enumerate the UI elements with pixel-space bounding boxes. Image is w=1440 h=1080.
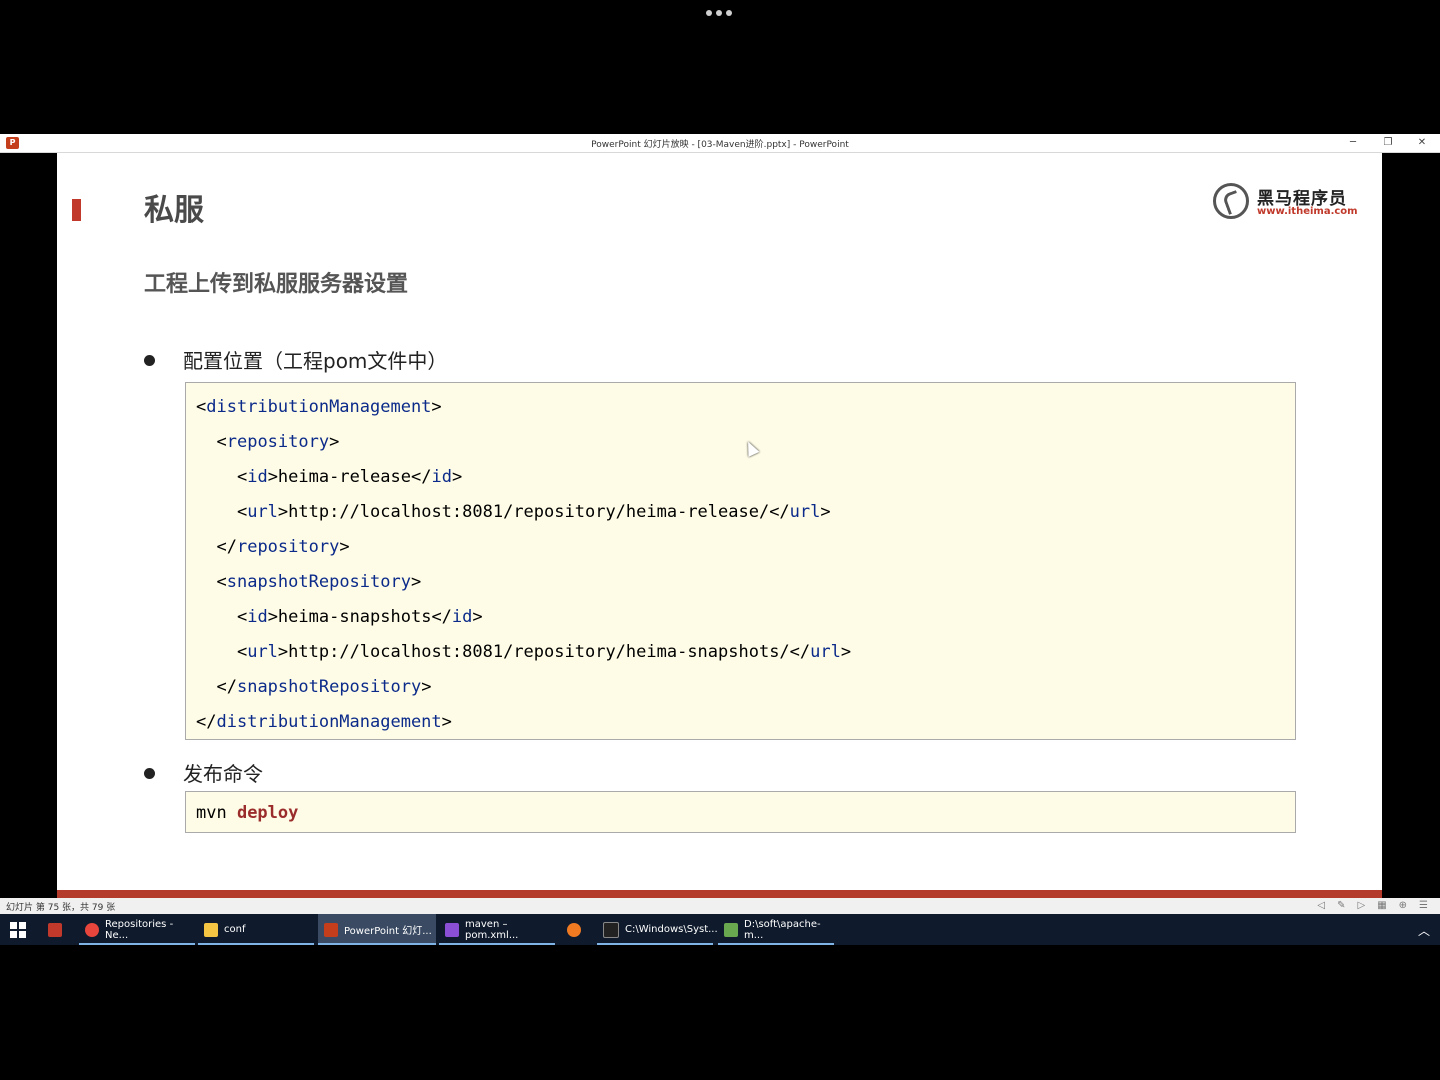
app-launcher-icon[interactable] <box>44 914 74 945</box>
more-options-dots[interactable] <box>706 10 732 16</box>
code-line: </distributionManagement> <box>196 712 452 732</box>
sublime-icon <box>567 922 581 937</box>
zoom-icon[interactable]: ⊕ <box>1399 900 1407 911</box>
code-line: <url>http://localhost:8081/repository/he… <box>236 642 852 662</box>
taskbar-item-chrome[interactable]: Repositories - Ne... <box>79 914 195 945</box>
intellij-icon <box>445 922 459 937</box>
chrome-icon <box>85 922 99 937</box>
code-line: <snapshotRepository> <box>216 572 422 592</box>
code-line: <distributionManagement> <box>196 397 442 417</box>
code-line: </repository> <box>216 537 350 557</box>
restore-button[interactable]: ❐ <box>1381 136 1395 150</box>
logo-url: www.itheima.com <box>1257 206 1358 217</box>
cmd-icon <box>603 921 619 938</box>
bullet-publish-command: 发布命令 <box>144 758 263 787</box>
code-line: <url>http://localhost:8081/repository/he… <box>236 502 831 522</box>
slide-counter: 幻灯片 第 75 张，共 79 张 <box>6 903 116 913</box>
slide-footer-strip <box>57 890 1382 898</box>
itheima-logo: 黑马程序员 www.itheima.com <box>1213 183 1358 223</box>
previous-icon[interactable]: ◁ <box>1317 900 1325 911</box>
slide-subtitle: 工程上传到私服服务器设置 <box>144 272 409 297</box>
bullet-dot-icon <box>144 355 155 366</box>
play-icon[interactable]: ▷ <box>1357 900 1365 911</box>
pom-code-box: <distributionManagement> <repository> <i… <box>185 382 1296 740</box>
code-line: <id>heima-snapshots</id> <box>236 607 483 627</box>
bullet-text: 发布命令 <box>183 762 263 786</box>
bullet-text: 配置位置（工程pom文件中） <box>183 349 448 373</box>
close-button[interactable]: ✕ <box>1415 136 1429 150</box>
bullet-config-location: 配置位置（工程pom文件中） <box>144 345 447 374</box>
title-accent-bar <box>72 199 81 221</box>
command-code-box: mvn deploy <box>185 791 1296 833</box>
chevron-up-icon[interactable]: ︿ <box>1418 922 1430 939</box>
menu-icon[interactable]: ☰ <box>1419 900 1428 911</box>
slide-title: 私服 <box>144 193 204 228</box>
code-line: <id>heima-release</id> <box>236 467 463 487</box>
pen-icon[interactable]: ✎ <box>1337 900 1345 911</box>
taskbar-item-notepad[interactable]: D:\soft\apache-m... <box>718 914 834 945</box>
taskbar-item-powerpoint[interactable]: PowerPoint 幻灯... <box>318 914 436 945</box>
window-title: PowerPoint 幻灯片放映 - [03-Maven进阶.pptx] - P… <box>591 140 849 150</box>
slideshow-controls: ◁ ✎ ▷ ▦ ⊕ ☰ <box>1317 900 1428 911</box>
taskbar-item-intellij[interactable]: maven – pom.xml... <box>439 914 555 945</box>
windows-start-icon[interactable] <box>10 922 26 938</box>
command-line: mvn deploy <box>196 803 299 823</box>
status-bar: 幻灯片 第 75 张，共 79 张 ◁ ✎ ▷ ▦ ⊕ ☰ <box>0 898 1440 914</box>
code-line: </snapshotRepository> <box>216 677 432 697</box>
taskbar-item-conf[interactable]: conf <box>198 914 314 945</box>
taskbar-item-cmd[interactable]: C:\Windows\Syst... <box>597 914 718 945</box>
taskbar-item-sublime[interactable] <box>561 914 591 945</box>
folder-icon <box>204 922 218 937</box>
notepad-icon <box>724 922 738 937</box>
window-titlebar: P PowerPoint 幻灯片放映 - [03-Maven进阶.pptx] -… <box>0 134 1440 153</box>
grid-icon[interactable]: ▦ <box>1377 900 1386 911</box>
slide: 私服 黑马程序员 www.itheima.com 工程上传到私服服务器设置 配置… <box>57 153 1382 898</box>
bullet-dot-icon <box>144 768 155 779</box>
minimize-button[interactable]: ─ <box>1346 136 1360 150</box>
powerpoint-icon <box>324 922 338 937</box>
taskbar: Repositories - Ne... conf PowerPoint 幻灯.… <box>0 914 1440 945</box>
horse-logo-icon <box>1213 183 1249 219</box>
code-line: <repository> <box>216 432 340 452</box>
